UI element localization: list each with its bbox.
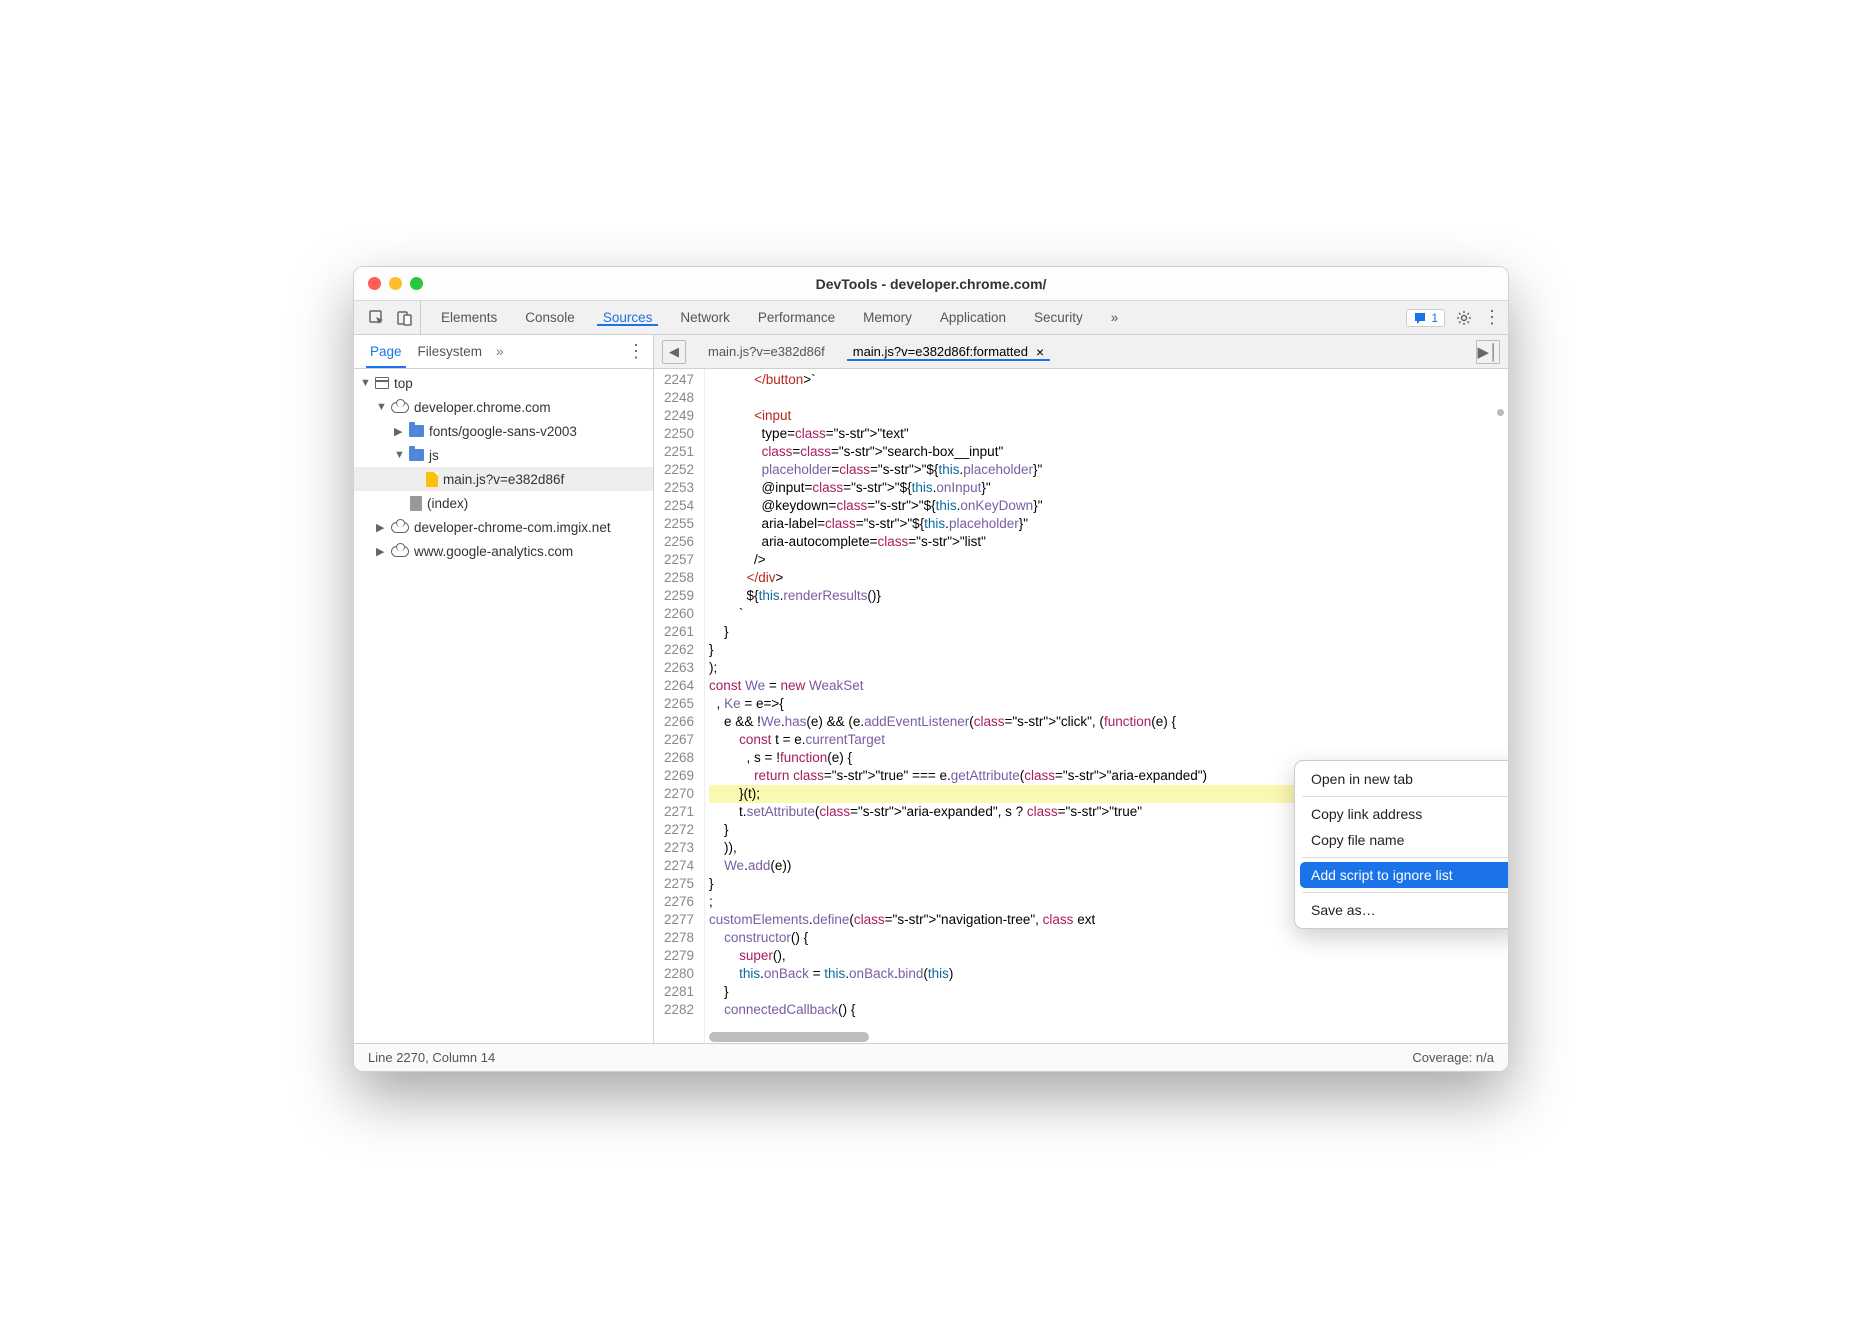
ctx-copy-link[interactable]: Copy link address — [1300, 801, 1509, 827]
separator — [1302, 796, 1509, 797]
settings-icon[interactable] — [1455, 309, 1473, 327]
main-tabbar: ElementsConsoleSourcesNetworkPerformance… — [354, 301, 1508, 335]
document-icon — [410, 496, 422, 511]
ctx-add-ignore-list[interactable]: Add script to ignore list — [1300, 862, 1509, 888]
separator — [1302, 892, 1509, 893]
panel-application[interactable]: Application — [926, 310, 1020, 325]
file-tree: ▼top ▼developer.chrome.com ▶fonts/google… — [354, 369, 653, 1043]
vertical-scrollbar[interactable] — [1497, 409, 1504, 416]
inspect-icon[interactable] — [368, 309, 386, 327]
source-text[interactable]: </button>` <input type=class="s-str">"te… — [705, 369, 1508, 1043]
device-toggle-icon[interactable] — [396, 309, 414, 327]
panel-elements[interactable]: Elements — [427, 310, 511, 325]
ctx-copy-filename[interactable]: Copy file name — [1300, 827, 1509, 853]
file-tab-1[interactable]: main.js?v=e382d86f — [694, 344, 839, 359]
tree-mainjs[interactable]: main.js?v=e382d86f — [354, 467, 653, 491]
devtools-window: DevTools - developer.chrome.com/ Element… — [353, 266, 1509, 1072]
status-bar: Line 2270, Column 14 Coverage: n/a — [354, 1043, 1508, 1071]
cursor-position: Line 2270, Column 14 — [368, 1050, 495, 1065]
horizontal-scrollbar[interactable] — [709, 1032, 869, 1042]
context-menu: Open in new tab Copy link address Copy f… — [1294, 760, 1509, 929]
navigator-tabs: Page Filesystem » ⋮ — [354, 335, 653, 369]
close-window-button[interactable] — [368, 277, 381, 290]
panel-sources[interactable]: Sources — [589, 310, 667, 325]
js-file-icon — [426, 472, 438, 487]
cloud-icon — [391, 522, 409, 533]
panel-network[interactable]: Network — [666, 310, 744, 325]
tree-js[interactable]: ▼js — [354, 443, 653, 467]
page-tab[interactable]: Page — [362, 344, 410, 359]
nav-back-icon[interactable]: ◀ — [662, 340, 686, 364]
editor: ◀ main.js?v=e382d86f main.js?v=e382d86f:… — [654, 335, 1508, 1043]
folder-icon — [409, 449, 424, 461]
traffic-lights — [368, 277, 423, 290]
coverage-status: Coverage: n/a — [1412, 1050, 1494, 1065]
minimize-window-button[interactable] — [389, 277, 402, 290]
tree-ga[interactable]: ▶www.google-analytics.com — [354, 539, 653, 563]
cloud-icon — [391, 546, 409, 557]
titlebar: DevTools - developer.chrome.com/ — [354, 267, 1508, 301]
issues-count: 1 — [1431, 311, 1438, 325]
tree-imgix[interactable]: ▶developer-chrome-com.imgix.net — [354, 515, 653, 539]
panel-memory[interactable]: Memory — [849, 310, 926, 325]
more-side-tabs-icon[interactable]: » — [496, 344, 504, 359]
navigator-sidebar: Page Filesystem » ⋮ ▼top ▼developer.chro… — [354, 335, 654, 1043]
cloud-icon — [391, 402, 409, 413]
tree-fonts[interactable]: ▶fonts/google-sans-v2003 — [354, 419, 653, 443]
show-debugger-icon[interactable]: ▶│ — [1476, 340, 1500, 364]
kebab-menu-icon[interactable]: ⋮ — [1483, 307, 1500, 328]
panel-console[interactable]: Console — [511, 310, 589, 325]
window-title: DevTools - developer.chrome.com/ — [354, 276, 1508, 292]
content-area: Page Filesystem » ⋮ ▼top ▼developer.chro… — [354, 335, 1508, 1043]
ctx-open-new-tab[interactable]: Open in new tab — [1300, 766, 1509, 792]
code-area[interactable]: 2247224822492250225122522253225422552256… — [654, 369, 1508, 1043]
filesystem-tab[interactable]: Filesystem — [410, 344, 491, 359]
panel-performance[interactable]: Performance — [744, 310, 849, 325]
issues-counter[interactable]: 1 — [1406, 309, 1445, 327]
ctx-save-as[interactable]: Save as… — [1300, 897, 1509, 923]
sidebar-menu-icon[interactable]: ⋮ — [627, 341, 645, 362]
zoom-window-button[interactable] — [410, 277, 423, 290]
separator — [1302, 857, 1509, 858]
tree-index[interactable]: (index) — [354, 491, 653, 515]
file-tab-2[interactable]: main.js?v=e382d86f:formatted× — [839, 344, 1058, 360]
tree-domain[interactable]: ▼developer.chrome.com — [354, 395, 653, 419]
line-gutter: 2247224822492250225122522253225422552256… — [654, 369, 705, 1043]
frame-icon — [375, 377, 389, 389]
tree-top[interactable]: ▼top — [354, 371, 653, 395]
close-tab-icon[interactable]: × — [1036, 344, 1044, 360]
more-tabs-icon[interactable]: » — [1097, 310, 1133, 325]
folder-icon — [409, 425, 424, 437]
file-tabs: ◀ main.js?v=e382d86f main.js?v=e382d86f:… — [654, 335, 1508, 369]
panel-security[interactable]: Security — [1020, 310, 1097, 325]
